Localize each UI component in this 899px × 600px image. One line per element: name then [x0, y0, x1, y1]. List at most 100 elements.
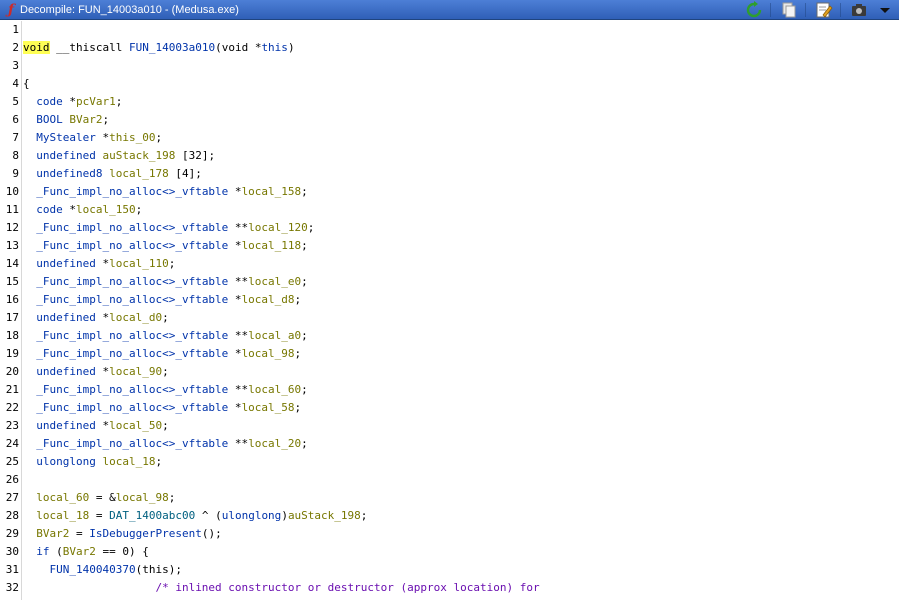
code-variable[interactable]: local_60 [36, 491, 89, 504]
code-type[interactable]: undefined [36, 365, 96, 378]
code-line[interactable]: 25 ulonglong local_18; [0, 453, 899, 471]
code-line[interactable]: 26 [0, 471, 899, 489]
code-type[interactable]: undefined [36, 311, 96, 324]
code-line[interactable]: 32 /* inlined constructor or destructor … [0, 579, 899, 597]
code-source: ulonglong local_18; [23, 453, 162, 471]
code-type[interactable]: _Func_impl_no_alloc<>_vftable [36, 329, 228, 342]
code-line[interactable]: 24 _Func_impl_no_alloc<>_vftable **local… [0, 435, 899, 453]
code-type[interactable]: undefined [36, 149, 96, 162]
dropdown-arrow-icon[interactable] [876, 1, 894, 19]
snapshot-icon[interactable] [850, 1, 868, 19]
code-type[interactable]: _Func_impl_no_alloc<>_vftable [36, 437, 228, 450]
code-line[interactable]: 29 BVar2 = IsDebuggerPresent(); [0, 525, 899, 543]
code-variable[interactable]: local_98 [242, 347, 295, 360]
code-variable[interactable]: BVar2 [63, 545, 96, 558]
code-line[interactable]: 19 _Func_impl_no_alloc<>_vftable *local_… [0, 345, 899, 363]
code-line[interactable]: 23 undefined *local_50; [0, 417, 899, 435]
code-function[interactable]: FUN_140040370 [50, 563, 136, 576]
code-type[interactable]: _Func_impl_no_alloc<>_vftable [36, 185, 228, 198]
code-line[interactable]: 17 undefined *local_d0; [0, 309, 899, 327]
code-type[interactable]: _Func_impl_no_alloc<>_vftable [36, 275, 228, 288]
code-line[interactable]: 8 undefined auStack_198 [32]; [0, 147, 899, 165]
code-variable[interactable]: auStack_198 [288, 509, 361, 522]
code-line[interactable]: 10 _Func_impl_no_alloc<>_vftable *local_… [0, 183, 899, 201]
code-variable[interactable]: local_158 [242, 185, 302, 198]
code-variable[interactable]: local_150 [76, 203, 136, 216]
code-keyword-highlighted[interactable]: void [23, 41, 50, 54]
code-line[interactable]: 1 [0, 21, 899, 39]
code-variable[interactable]: local_20 [248, 437, 301, 450]
code-line[interactable]: 27 local_60 = &local_98; [0, 489, 899, 507]
edit-icon[interactable] [815, 1, 833, 19]
code-type[interactable]: BOOL [36, 113, 63, 126]
code-variable[interactable]: local_18 [102, 455, 155, 468]
code-keyword[interactable]: this [261, 41, 288, 54]
code-type[interactable]: _Func_impl_no_alloc<>_vftable [36, 401, 228, 414]
code-type[interactable]: MyStealer [36, 131, 96, 144]
code-line[interactable]: 6 BOOL BVar2; [0, 111, 899, 129]
code-function[interactable]: FUN_14003a010 [129, 41, 215, 54]
code-type[interactable]: undefined [36, 257, 96, 270]
code-variable[interactable]: auStack_198 [102, 149, 175, 162]
code-variable[interactable]: local_118 [242, 239, 302, 252]
code-variable[interactable]: local_120 [248, 221, 308, 234]
code-variable[interactable]: local_d0 [109, 311, 162, 324]
code-type[interactable]: _Func_impl_no_alloc<>_vftable [36, 383, 228, 396]
code-variable[interactable]: local_90 [109, 365, 162, 378]
code-keyword[interactable]: if [36, 545, 49, 558]
code-type[interactable]: _Func_impl_no_alloc<>_vftable [36, 293, 228, 306]
code-line[interactable]: 7 MyStealer *this_00; [0, 129, 899, 147]
code-variable[interactable]: local_58 [242, 401, 295, 414]
code-variable[interactable]: local_18 [36, 509, 89, 522]
decompiler-code-view[interactable]: 1 2 void __thiscall FUN_14003a010(void *th… [0, 21, 899, 600]
code-variable[interactable]: local_a0 [248, 329, 301, 342]
code-type[interactable]: undefined8 [36, 167, 102, 180]
code-type[interactable]: undefined [36, 419, 96, 432]
refresh-icon[interactable] [745, 1, 763, 19]
code-text: ; [294, 293, 302, 306]
code-function[interactable]: IsDebuggerPresent [89, 527, 202, 540]
code-line[interactable]: 15 _Func_impl_no_alloc<>_vftable **local… [0, 273, 899, 291]
code-variable[interactable]: local_110 [109, 257, 169, 270]
code-line[interactable]: 11 code *local_150; [0, 201, 899, 219]
code-line[interactable]: 4{ [0, 75, 899, 93]
code-type[interactable]: code [36, 95, 63, 108]
code-type[interactable]: ulonglong [36, 455, 96, 468]
code-line[interactable]: 13 _Func_impl_no_alloc<>_vftable *local_… [0, 237, 899, 255]
copy-icon[interactable] [780, 1, 798, 19]
code-variable[interactable]: pcVar1 [76, 95, 116, 108]
code-type[interactable]: code [36, 203, 63, 216]
code-line[interactable]: 31 FUN_140040370(this); [0, 561, 899, 579]
code-type[interactable]: _Func_impl_no_alloc<>_vftable [36, 221, 228, 234]
code-variable[interactable]: local_98 [116, 491, 169, 504]
code-global[interactable]: DAT_1400abc00 [109, 509, 195, 522]
code-line[interactable]: 28 local_18 = DAT_1400abc00 ^ (ulonglong… [0, 507, 899, 525]
line-number: 8 [12, 149, 19, 162]
code-line[interactable]: 16 _Func_impl_no_alloc<>_vftable *local_… [0, 291, 899, 309]
code-variable[interactable]: BVar2 [36, 527, 69, 540]
toolbar-separator [805, 3, 806, 17]
code-variable[interactable]: local_d8 [242, 293, 295, 306]
code-line[interactable]: 30 if (BVar2 == 0) { [0, 543, 899, 561]
code-variable[interactable]: this_00 [109, 131, 155, 144]
code-line[interactable]: 3 [0, 57, 899, 75]
code-variable[interactable]: local_178 [109, 167, 169, 180]
code-line[interactable]: 9 undefined8 local_178 [4]; [0, 165, 899, 183]
code-comment[interactable]: /* inlined constructor or destructor (ap… [155, 581, 539, 594]
code-line[interactable]: 12 _Func_impl_no_alloc<>_vftable **local… [0, 219, 899, 237]
code-variable[interactable]: local_e0 [248, 275, 301, 288]
code-type[interactable]: _Func_impl_no_alloc<>_vftable [36, 347, 228, 360]
code-type[interactable]: ulonglong [222, 509, 282, 522]
code-line[interactable]: 20 undefined *local_90; [0, 363, 899, 381]
code-type[interactable]: _Func_impl_no_alloc<>_vftable [36, 239, 228, 252]
code-variable[interactable]: local_60 [248, 383, 301, 396]
code-line[interactable]: 18 _Func_impl_no_alloc<>_vftable **local… [0, 327, 899, 345]
code-line[interactable]: 22 _Func_impl_no_alloc<>_vftable *local_… [0, 399, 899, 417]
code-line[interactable]: 21 _Func_impl_no_alloc<>_vftable **local… [0, 381, 899, 399]
code-variable[interactable]: BVar2 [69, 113, 102, 126]
code-line[interactable]: 2 void __thiscall FUN_14003a010(void *thi… [0, 39, 899, 57]
code-line[interactable]: 5 code *pcVar1; [0, 93, 899, 111]
code-variable[interactable]: local_50 [109, 419, 162, 432]
line-number: 12 [5, 221, 19, 234]
code-line[interactable]: 14 undefined *local_110; [0, 255, 899, 273]
